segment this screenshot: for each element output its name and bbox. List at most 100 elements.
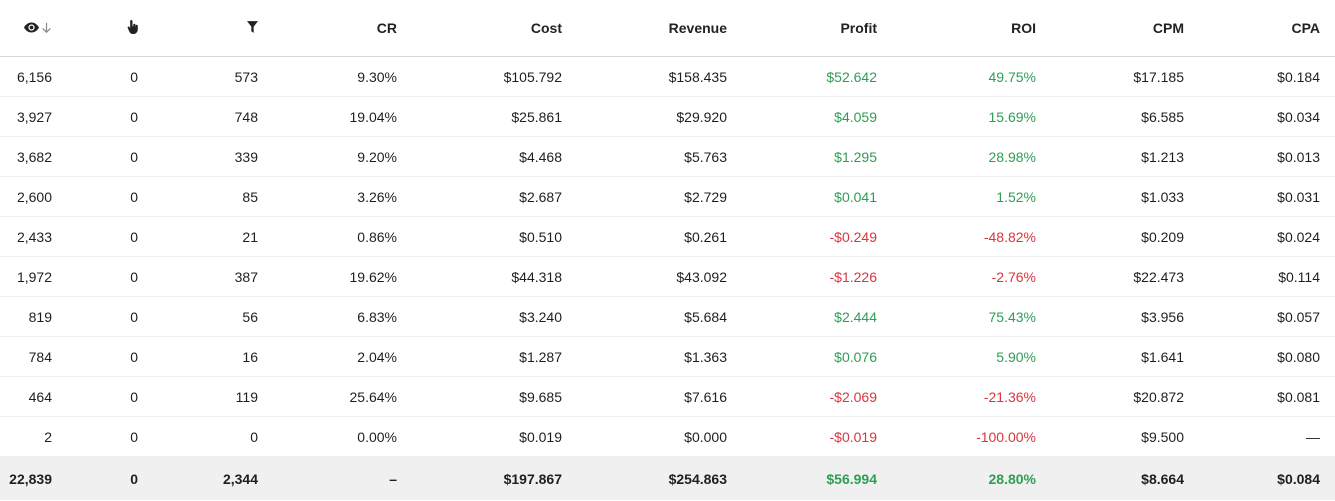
cell-roi: 5.90% (996, 348, 1036, 365)
cell-revenue: $29.920 (676, 108, 727, 125)
cell-cr: 19.62% (349, 268, 397, 285)
cell-conversions: 387 (234, 268, 258, 285)
cell-revenue: $0.261 (684, 228, 727, 245)
table-row[interactable]: 2,433 0 21 0.86% $0.510 $0.261 -$0.249 -48.82% $… (0, 217, 1335, 257)
cell-revenue: $7.616 (684, 388, 727, 405)
cell-profit: -$0.019 (829, 428, 877, 445)
cell-cr: 3.26% (357, 188, 397, 205)
table-row[interactable]: 2,600 0 85 3.26% $2.687 $2.729 $0.041 1.52% $1.0… (0, 177, 1335, 217)
cell-views: 2 (44, 428, 52, 445)
cell-views: 3,682 (16, 148, 52, 165)
cell-revenue: $43.092 (676, 268, 727, 285)
table-row[interactable]: 3,682 0 339 9.20% $4.468 $5.763 $1.295 28.98% $1… (0, 137, 1335, 177)
cell-roi: -21.36% (983, 388, 1036, 405)
cell-cr: 0.00% (357, 428, 397, 445)
total-conversions: 2,344 (222, 470, 258, 487)
stats-table: CR Cost Revenue Profit ROI CPM CPA 6,156… (0, 0, 1335, 500)
cell-roi: -2.76% (991, 268, 1036, 285)
cell-cr: 9.20% (357, 148, 397, 165)
table-row[interactable]: 1,972 0 387 19.62% $44.318 $43.092 -$1.226 -2.7… (0, 257, 1335, 297)
column-header-clicks[interactable] (60, 19, 146, 37)
cell-cost: $44.318 (511, 268, 562, 285)
column-header-cpm[interactable]: CPM (1044, 20, 1192, 36)
eye-icon (24, 22, 39, 33)
column-header-revenue[interactable]: Revenue (570, 20, 735, 36)
cell-roi: 49.75% (988, 68, 1036, 85)
column-header-roi[interactable]: ROI (885, 20, 1044, 36)
table-row[interactable]: 2 0 0 0.00% $0.019 $0.000 -$0.019 -100.00% $9.50… (0, 417, 1335, 457)
table-row[interactable]: 464 0 119 25.64% $9.685 $7.616 -$2.069 -21.36% $… (0, 377, 1335, 417)
cell-cpa: $0.024 (1277, 228, 1320, 245)
cell-cpm: $1.641 (1141, 348, 1184, 365)
cell-roi: -100.00% (976, 428, 1036, 445)
table-row[interactable]: 3,927 0 748 19.04% $25.861 $29.920 $4.059 15.69… (0, 97, 1335, 137)
cell-conversions: 85 (242, 188, 258, 205)
column-header-cpa[interactable]: CPA (1192, 20, 1335, 36)
table-row[interactable]: 6,156 0 573 9.30% $105.792 $158.435 $52.642 49.… (0, 57, 1335, 97)
cell-profit: -$1.226 (829, 268, 877, 285)
column-header-conversions[interactable] (146, 20, 266, 36)
cell-cpm: $22.473 (1133, 268, 1184, 285)
column-header-views[interactable] (0, 20, 60, 36)
cell-views: 3,927 (16, 108, 52, 125)
cell-revenue: $5.763 (684, 148, 727, 165)
cell-views: 784 (28, 348, 52, 365)
cell-cpa: — (1306, 428, 1320, 445)
cell-clicks: 0 (130, 68, 138, 85)
column-header-profit[interactable]: Profit (735, 20, 885, 36)
cell-views: 819 (28, 308, 52, 325)
total-cpm: $8.664 (1141, 470, 1184, 487)
cell-profit: $2.444 (834, 308, 877, 325)
cell-cpa: $0.057 (1277, 308, 1320, 325)
cell-cr: 9.30% (357, 68, 397, 85)
cell-conversions: 339 (234, 148, 258, 165)
cell-cr: 2.04% (357, 348, 397, 365)
total-views: 22,839 (9, 470, 52, 487)
cell-clicks: 0 (130, 268, 138, 285)
cell-roi: 1.52% (996, 188, 1036, 205)
total-revenue: $254.863 (668, 470, 727, 487)
cell-conversions: 119 (235, 388, 258, 405)
totals-row: 22,839 0 2,344 – $197.867 $254.863 $56.9… (0, 457, 1335, 500)
total-clicks: 0 (130, 470, 138, 487)
funnel-icon (247, 21, 258, 33)
cell-cr: 0.86% (357, 228, 397, 245)
cell-profit: $0.076 (834, 348, 877, 365)
cell-profit: $0.041 (834, 188, 877, 205)
cell-cost: $0.019 (519, 428, 562, 445)
cell-cost: $105.792 (503, 68, 562, 85)
cell-cpm: $1.213 (1141, 148, 1184, 165)
cell-cost: $25.861 (511, 108, 562, 125)
cell-cr: 25.64% (349, 388, 397, 405)
cell-cpa: $0.034 (1277, 108, 1320, 125)
cell-clicks: 0 (130, 108, 138, 125)
total-cpa: $0.084 (1277, 470, 1320, 487)
cell-views: 6,156 (16, 68, 52, 85)
cell-roi: -48.82% (983, 228, 1036, 245)
table-header-row: CR Cost Revenue Profit ROI CPM CPA (0, 0, 1335, 57)
cell-clicks: 0 (130, 308, 138, 325)
column-header-cost[interactable]: Cost (405, 20, 570, 36)
cell-conversions: 748 (234, 108, 258, 125)
cell-conversions: 573 (234, 68, 258, 85)
table-row[interactable]: 819 0 56 6.83% $3.240 $5.684 $2.444 75.43% $3.95… (0, 297, 1335, 337)
cell-cpa: $0.013 (1277, 148, 1320, 165)
total-profit: $56.994 (826, 470, 877, 487)
cell-conversions: 21 (242, 228, 258, 245)
cell-conversions: 56 (242, 308, 258, 325)
cell-profit: $52.642 (826, 68, 877, 85)
cell-cpa: $0.114 (1278, 268, 1320, 285)
cell-views: 464 (28, 388, 52, 405)
cell-revenue: $2.729 (684, 188, 727, 205)
cell-views: 1,972 (16, 268, 52, 285)
column-header-cr[interactable]: CR (266, 20, 405, 36)
cell-views: 2,600 (16, 188, 52, 205)
cell-cpa: $0.184 (1277, 68, 1320, 85)
cell-cpa: $0.081 (1277, 388, 1320, 405)
table-row[interactable]: 784 0 16 2.04% $1.287 $1.363 $0.076 5.90% $1.641… (0, 337, 1335, 377)
arrow-down-icon[interactable] (41, 22, 52, 34)
cell-cr: 6.83% (357, 308, 397, 325)
cell-cost: $3.240 (519, 308, 562, 325)
cell-revenue: $158.435 (668, 68, 727, 85)
cell-revenue: $5.684 (684, 308, 727, 325)
